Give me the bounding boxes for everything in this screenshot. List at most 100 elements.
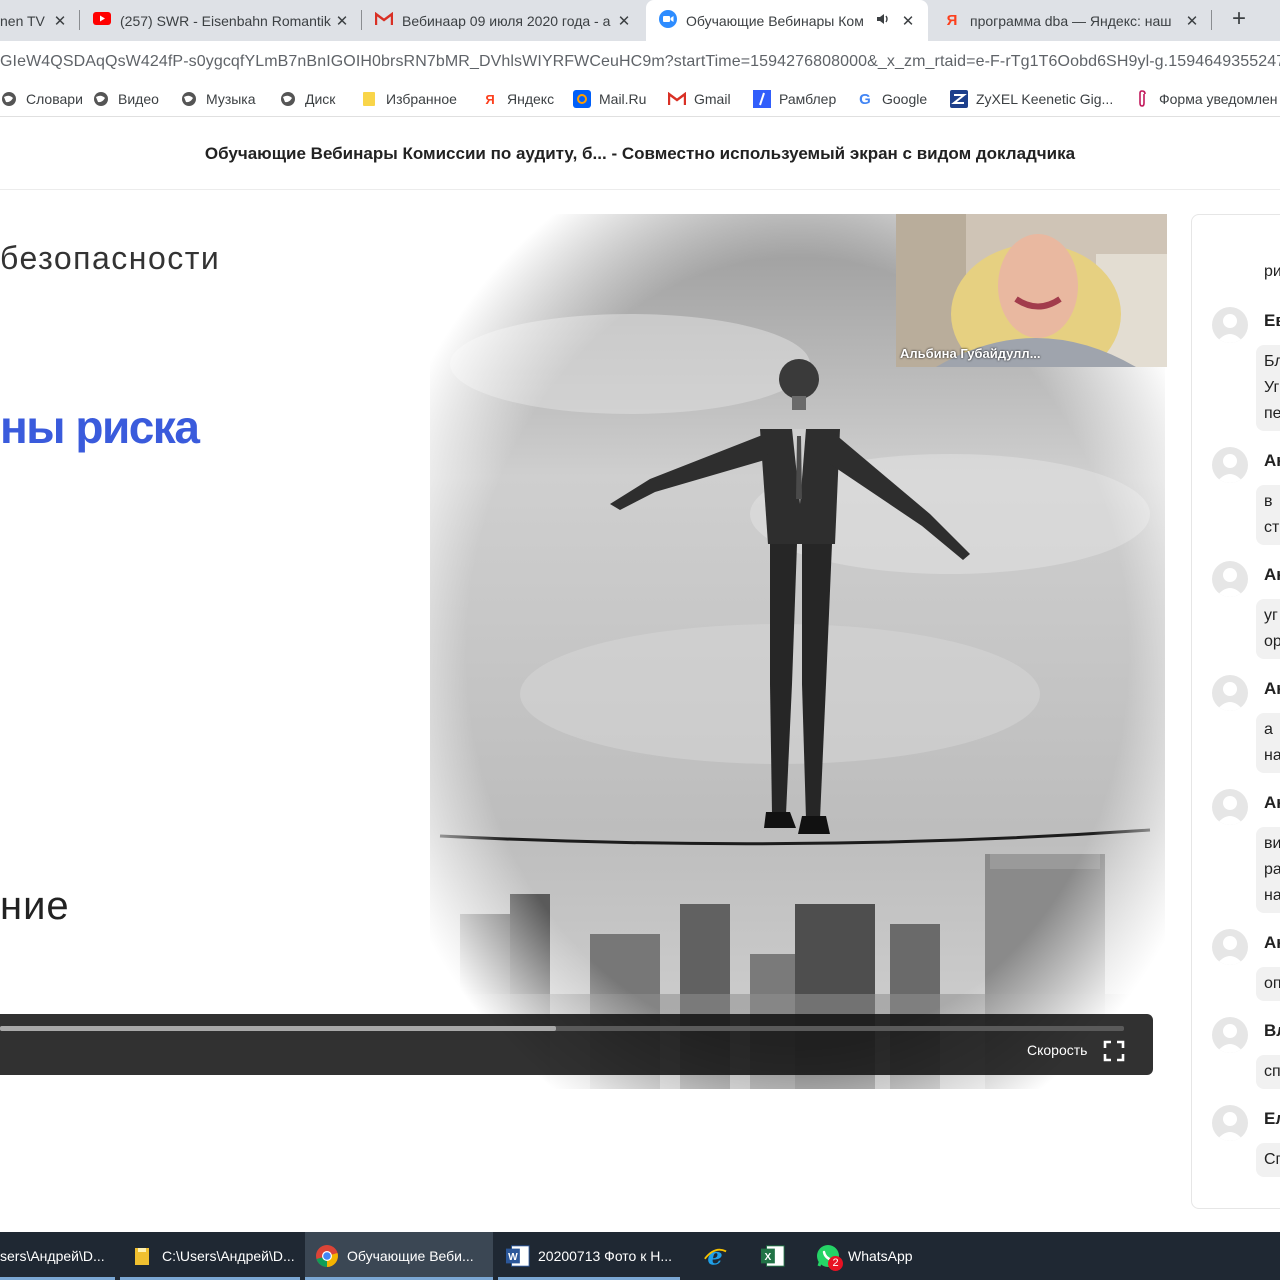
chat-line: сп — [1264, 1063, 1280, 1080]
taskbar-item-excel[interactable]: X — [748, 1232, 798, 1280]
ie-icon: e — [703, 1243, 727, 1269]
chat-author: Вл — [1264, 1021, 1280, 1040]
page-header: Обучающие Вебинары Комиссии по аудиту, б… — [0, 118, 1280, 190]
bookmark-label: Избранное — [386, 91, 457, 107]
tab-title: Обучающие Вебинары Ком — [686, 12, 864, 29]
player-controls: Скорость — [0, 1014, 1153, 1075]
svg-text:W: W — [508, 1252, 518, 1263]
chat-author: Ан — [1264, 679, 1280, 698]
bookmark-gmail[interactable]: Gmail — [668, 89, 731, 109]
rambler-icon — [753, 90, 771, 108]
bookmark-label: ZyXEL Keenetic Gig... — [976, 91, 1114, 107]
close-icon[interactable]: ✕ — [52, 12, 68, 30]
fullscreen-icon[interactable] — [1103, 1040, 1125, 1062]
bookmark-google[interactable]: G Google — [856, 89, 927, 109]
zoom-icon — [658, 9, 678, 32]
bookmark-muzyka[interactable]: Музыка — [180, 89, 256, 109]
bookmark-mailru[interactable]: Mail.Ru — [573, 89, 646, 109]
taskbar-item-explorer-2[interactable]: C:\Users\Андрей\D... — [120, 1232, 300, 1280]
address-bar[interactable]: GIeW4QSDAqQsW424fP-s0ygcqfYLmB7nBnIGOIH0… — [0, 41, 1280, 81]
word-icon: W — [506, 1244, 530, 1268]
bookmark-izbrannoe[interactable]: Избранное — [360, 89, 457, 109]
chat-author: Ел — [1264, 1109, 1280, 1128]
gmail-icon — [374, 11, 394, 30]
chat-line: ра — [1264, 861, 1280, 878]
avatar — [1212, 307, 1248, 343]
folder-icon — [360, 90, 378, 108]
chat-line: ор — [1264, 633, 1280, 650]
chat-message-text: Сп — [1256, 1143, 1280, 1177]
chat-message-text: в ст — [1256, 485, 1280, 545]
bookmark-zyxel[interactable]: ZyXEL Keenetic Gig... — [950, 89, 1113, 109]
taskbar: sers\Андрей\D... C:\Users\Андрей\D... Об… — [0, 1232, 1280, 1280]
taskbar-item-whatsapp[interactable]: 2 WhatsApp — [808, 1232, 918, 1280]
bookmark-label: Mail.Ru — [599, 91, 647, 107]
bookmark-label: Видео — [118, 91, 159, 107]
bookmark-label: Музыка — [206, 91, 256, 107]
chat-line: на — [1264, 747, 1280, 764]
chat-message-text: уг ор — [1256, 599, 1280, 659]
taskbar-item-explorer-1[interactable]: sers\Андрей\D... — [0, 1232, 115, 1280]
taskbar-item-chrome[interactable]: Обучающие Веби... — [305, 1232, 493, 1280]
notification-badge: 2 — [828, 1256, 843, 1271]
chat-line: а — [1264, 721, 1273, 738]
chat-message-text: ри — [1256, 255, 1280, 289]
url-text[interactable]: GIeW4QSDAqQsW424fP-s0ygcqfYLmB7nBnIGOIH0… — [0, 53, 1280, 71]
avatar — [1212, 789, 1248, 825]
gmail-icon — [668, 90, 686, 108]
bookmark-video[interactable]: Видео — [92, 89, 159, 109]
taskbar-item-label: WhatsApp — [848, 1248, 913, 1264]
new-tab-button[interactable]: + — [1226, 7, 1252, 33]
close-icon[interactable]: ✕ — [900, 12, 916, 30]
close-icon[interactable]: ✕ — [1184, 12, 1200, 30]
close-icon[interactable]: ✕ — [334, 12, 350, 30]
tab-nen-tv[interactable]: nen TV ✕ — [0, 0, 80, 41]
chat-author: Ев — [1264, 311, 1280, 330]
bookmark-rambler[interactable]: Рамблер — [753, 89, 836, 109]
taskbar-item-ie[interactable]: e — [690, 1232, 740, 1280]
speaker-audio-icon[interactable] — [876, 12, 894, 29]
youtube-icon — [92, 12, 112, 29]
taskbar-item-word[interactable]: W 20200713 Фото к Н... — [498, 1232, 680, 1280]
taskbar-item-label: Обучающие Веби... — [347, 1248, 474, 1264]
chat-line: на — [1264, 887, 1280, 904]
bookmark-disk[interactable]: Диск — [279, 89, 335, 109]
chat-line: оп — [1264, 975, 1280, 992]
slide-text-line2: ны риска — [0, 401, 200, 453]
zyxel-icon — [950, 90, 968, 108]
progress-bar[interactable] — [0, 1026, 1124, 1031]
whatsapp-icon: 2 — [816, 1244, 843, 1271]
speaker-video[interactable]: Альбина Губайдулл... — [896, 214, 1167, 367]
chat-panel[interactable]: ри Ев Бл Уг пе Ан в ст Ан уг ор Ан а на — [1191, 214, 1280, 1209]
taskbar-item-label: C:\Users\Андрей\D... — [162, 1248, 295, 1264]
tab-webinar-mail[interactable]: Вебинаар 09 июля 2020 года - а ✕ — [362, 0, 644, 41]
bookmark-forma[interactable]: Форма уведомлен — [1133, 89, 1278, 109]
slide-text-line1: безопасности — [0, 240, 221, 276]
bookmark-yandex[interactable]: Я Яндекс — [481, 89, 554, 109]
slide-text-line3: ние — [0, 884, 70, 928]
close-icon[interactable]: ✕ — [616, 12, 632, 30]
globe-icon — [92, 90, 110, 108]
excel-icon: X — [761, 1244, 785, 1268]
globe-icon — [180, 90, 198, 108]
speaker-name-label: Альбина Губайдулл... — [900, 346, 1041, 361]
speed-button[interactable]: Скорость — [1027, 1042, 1087, 1058]
avatar — [1212, 447, 1248, 483]
tab-zoom-webinars[interactable]: Обучающие Вебинары Ком ✕ — [646, 0, 928, 41]
chat-message-text: сп — [1256, 1055, 1280, 1089]
yandex-icon: Я — [485, 91, 495, 107]
mailru-icon — [573, 90, 591, 108]
bookmark-slovari[interactable]: Словари — [0, 89, 83, 109]
tab-title: Вебинаар 09 июля 2020 года - а — [402, 12, 611, 29]
tab-swr[interactable]: (257) SWR - Eisenbahn Romantik ✕ — [80, 0, 362, 41]
chat-line: Сп — [1264, 1151, 1280, 1168]
avatar — [1212, 1105, 1248, 1141]
tab-yandex-dba[interactable]: Я программа dba — Яндекс: наш ✕ — [930, 0, 1212, 41]
chat-line: ст — [1264, 519, 1280, 536]
chat-line: уг — [1264, 607, 1278, 624]
chat-author: Ан — [1264, 793, 1280, 812]
chat-author: Ан — [1264, 933, 1280, 952]
chat-line: пе — [1264, 405, 1280, 422]
clip-icon — [1133, 90, 1151, 108]
bookmark-label: Google — [882, 91, 928, 107]
